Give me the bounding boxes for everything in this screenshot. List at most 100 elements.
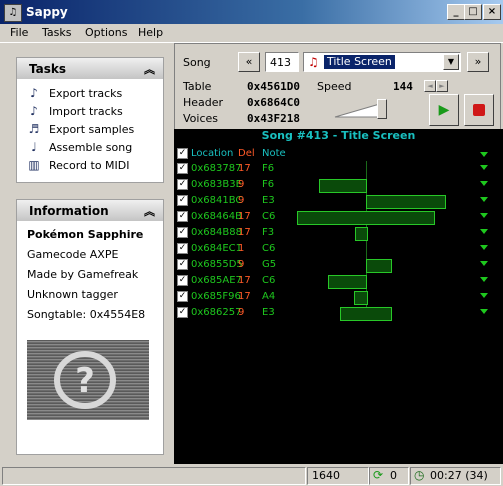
track-note: E3: [262, 195, 275, 206]
record-midi-icon: ▥: [28, 158, 40, 172]
play-button[interactable]: ▶: [429, 94, 459, 126]
track-checkbox[interactable]: ✓: [177, 291, 188, 302]
song-number-input[interactable]: 413: [265, 52, 299, 72]
column-note: Note: [262, 148, 286, 159]
task-export-samples[interactable]: ♬ Export samples: [17, 121, 163, 139]
unknown-image-icon: ?: [27, 340, 149, 420]
track-row[interactable]: ✓ 0x685AE7 17 C6: [174, 273, 503, 289]
chevron-down-icon[interactable]: [480, 181, 488, 186]
import-tracks-icon: ♪: [30, 104, 38, 118]
chevron-down-icon[interactable]: [480, 293, 488, 298]
track-row[interactable]: ✓ 0x685F96 17 A4: [174, 289, 503, 305]
track-row[interactable]: ✓ 0x68464B 17 C6: [174, 209, 503, 225]
clock-icon: ◷: [414, 468, 425, 482]
menu-tasks[interactable]: Tasks: [42, 26, 71, 39]
track-row[interactable]: ✓ 0x6841BC 9 E3: [174, 193, 503, 209]
track-note: C6: [262, 275, 276, 286]
track-row[interactable]: ✓ 0x683787 17 F6: [174, 161, 503, 177]
track-note: F6: [262, 179, 275, 190]
track-location: 0x684EC1: [191, 243, 243, 254]
task-assemble-song[interactable]: ♩ Assemble song: [17, 139, 163, 157]
track-row[interactable]: ✓ 0x684EC1 1 C6: [174, 241, 503, 257]
track-list: ✓ 0x683787 17 F6 ✓ 0x683B3E 9 F6 ✓ 0x684…: [174, 161, 503, 464]
track-volume-bar: [366, 259, 392, 273]
track-checkbox[interactable]: ✓: [177, 195, 188, 206]
collapse-icon[interactable]: ︽: [144, 61, 155, 77]
task-label: Import tracks: [49, 105, 123, 118]
column-location: Location: [191, 148, 234, 159]
track-checkbox[interactable]: ✓: [177, 259, 188, 270]
task-import-tracks[interactable]: ♪ Import tracks: [17, 103, 163, 121]
track-row[interactable]: ✓ 0x6855D5 9 G5: [174, 257, 503, 273]
track-note: C6: [262, 211, 276, 222]
close-button[interactable]: ×: [483, 4, 501, 20]
tasks-panel-header[interactable]: Tasks ︽: [17, 58, 163, 79]
chevron-down-icon[interactable]: [480, 213, 488, 218]
menu-bar: File Tasks Options Help: [0, 24, 503, 43]
chevron-down-icon[interactable]: [480, 165, 488, 170]
track-checkbox[interactable]: ✓: [177, 163, 188, 174]
chevron-down-icon[interactable]: [480, 229, 488, 234]
track-volume-bar: [297, 211, 435, 225]
track-row[interactable]: ✓ 0x686257 9 E3: [174, 305, 503, 321]
track-checkbox[interactable]: ✓: [177, 227, 188, 238]
stop-button[interactable]: [464, 94, 494, 126]
status-counter-value: 1640: [312, 469, 340, 482]
song-controls: Song « 413 ♫ Title Screen ▼ » Table 0x45…: [174, 43, 501, 130]
chevron-down-icon[interactable]: ▼: [443, 54, 459, 70]
chevron-down-icon[interactable]: [480, 152, 488, 157]
information-panel-header[interactable]: Information ︽: [17, 200, 163, 221]
status-counter: 1640: [307, 467, 369, 485]
track-volume-bar: [340, 307, 392, 321]
minimize-button[interactable]: _: [447, 4, 465, 20]
track-checkbox[interactable]: ✓: [177, 307, 188, 318]
chevron-down-icon[interactable]: [480, 261, 488, 266]
track-del: 9: [238, 195, 245, 206]
volume-slider-thumb[interactable]: [377, 99, 387, 119]
track-row[interactable]: ✓ 0x683B3E 9 F6: [174, 177, 503, 193]
task-label: Export samples: [49, 123, 135, 136]
select-all-checkbox[interactable]: ✓: [177, 148, 188, 159]
track-checkbox[interactable]: ✓: [177, 275, 188, 286]
chevron-down-icon[interactable]: [480, 277, 488, 282]
task-export-tracks[interactable]: ♪ Export tracks: [17, 85, 163, 103]
table-label: Table: [183, 80, 212, 93]
title-bar: ♫ Sappy _ □ ×: [0, 0, 503, 24]
status-loops: ⟳ 0: [369, 467, 409, 485]
speed-up-button[interactable]: ►: [436, 80, 448, 92]
track-del: 9: [238, 307, 245, 318]
track-location: 0x683787: [191, 163, 242, 174]
menu-options[interactable]: Options: [85, 26, 127, 39]
task-record-midi[interactable]: ▥ Record to MIDI: [17, 157, 163, 175]
status-bar: 1640 ⟳ 0 ◷ 00:27 (34): [0, 465, 503, 486]
maximize-button[interactable]: □: [464, 4, 482, 20]
track-volume-bar: [328, 275, 367, 289]
track-checkbox[interactable]: ✓: [177, 211, 188, 222]
next-song-button[interactable]: »: [467, 52, 489, 72]
speed-down-button[interactable]: ◄: [424, 80, 436, 92]
previous-song-button[interactable]: «: [238, 52, 260, 72]
chevron-down-icon[interactable]: [480, 197, 488, 202]
chevron-down-icon[interactable]: [480, 309, 488, 314]
track-checkbox[interactable]: ✓: [177, 179, 188, 190]
track-del: 17: [238, 211, 251, 222]
export-tracks-icon: ♪: [30, 86, 38, 100]
right-pane: Song « 413 ♫ Title Screen ▼ » Table 0x45…: [174, 43, 503, 464]
menu-help[interactable]: Help: [138, 26, 163, 39]
window-title: Sappy: [26, 5, 68, 19]
column-del: Del: [238, 148, 255, 159]
track-checkbox[interactable]: ✓: [177, 243, 188, 254]
song-select-value: Title Screen: [324, 55, 395, 69]
collapse-icon[interactable]: ︽: [144, 203, 155, 219]
voices-value: 0x43F218: [247, 112, 300, 125]
track-column-header: ✓ Location Del Note: [174, 147, 503, 161]
chevron-down-icon[interactable]: [480, 245, 488, 250]
songtable: Songtable: 0x4554E8: [27, 308, 146, 321]
volume-slider[interactable]: [333, 99, 389, 119]
speed-value: 144: [393, 80, 413, 93]
track-row[interactable]: ✓ 0x684B88 17 F3: [174, 225, 503, 241]
music-icon[interactable]: ♫: [4, 4, 22, 22]
song-select[interactable]: ♫ Title Screen ▼: [303, 52, 461, 72]
menu-file[interactable]: File: [10, 26, 28, 39]
task-label: Export tracks: [49, 87, 123, 100]
